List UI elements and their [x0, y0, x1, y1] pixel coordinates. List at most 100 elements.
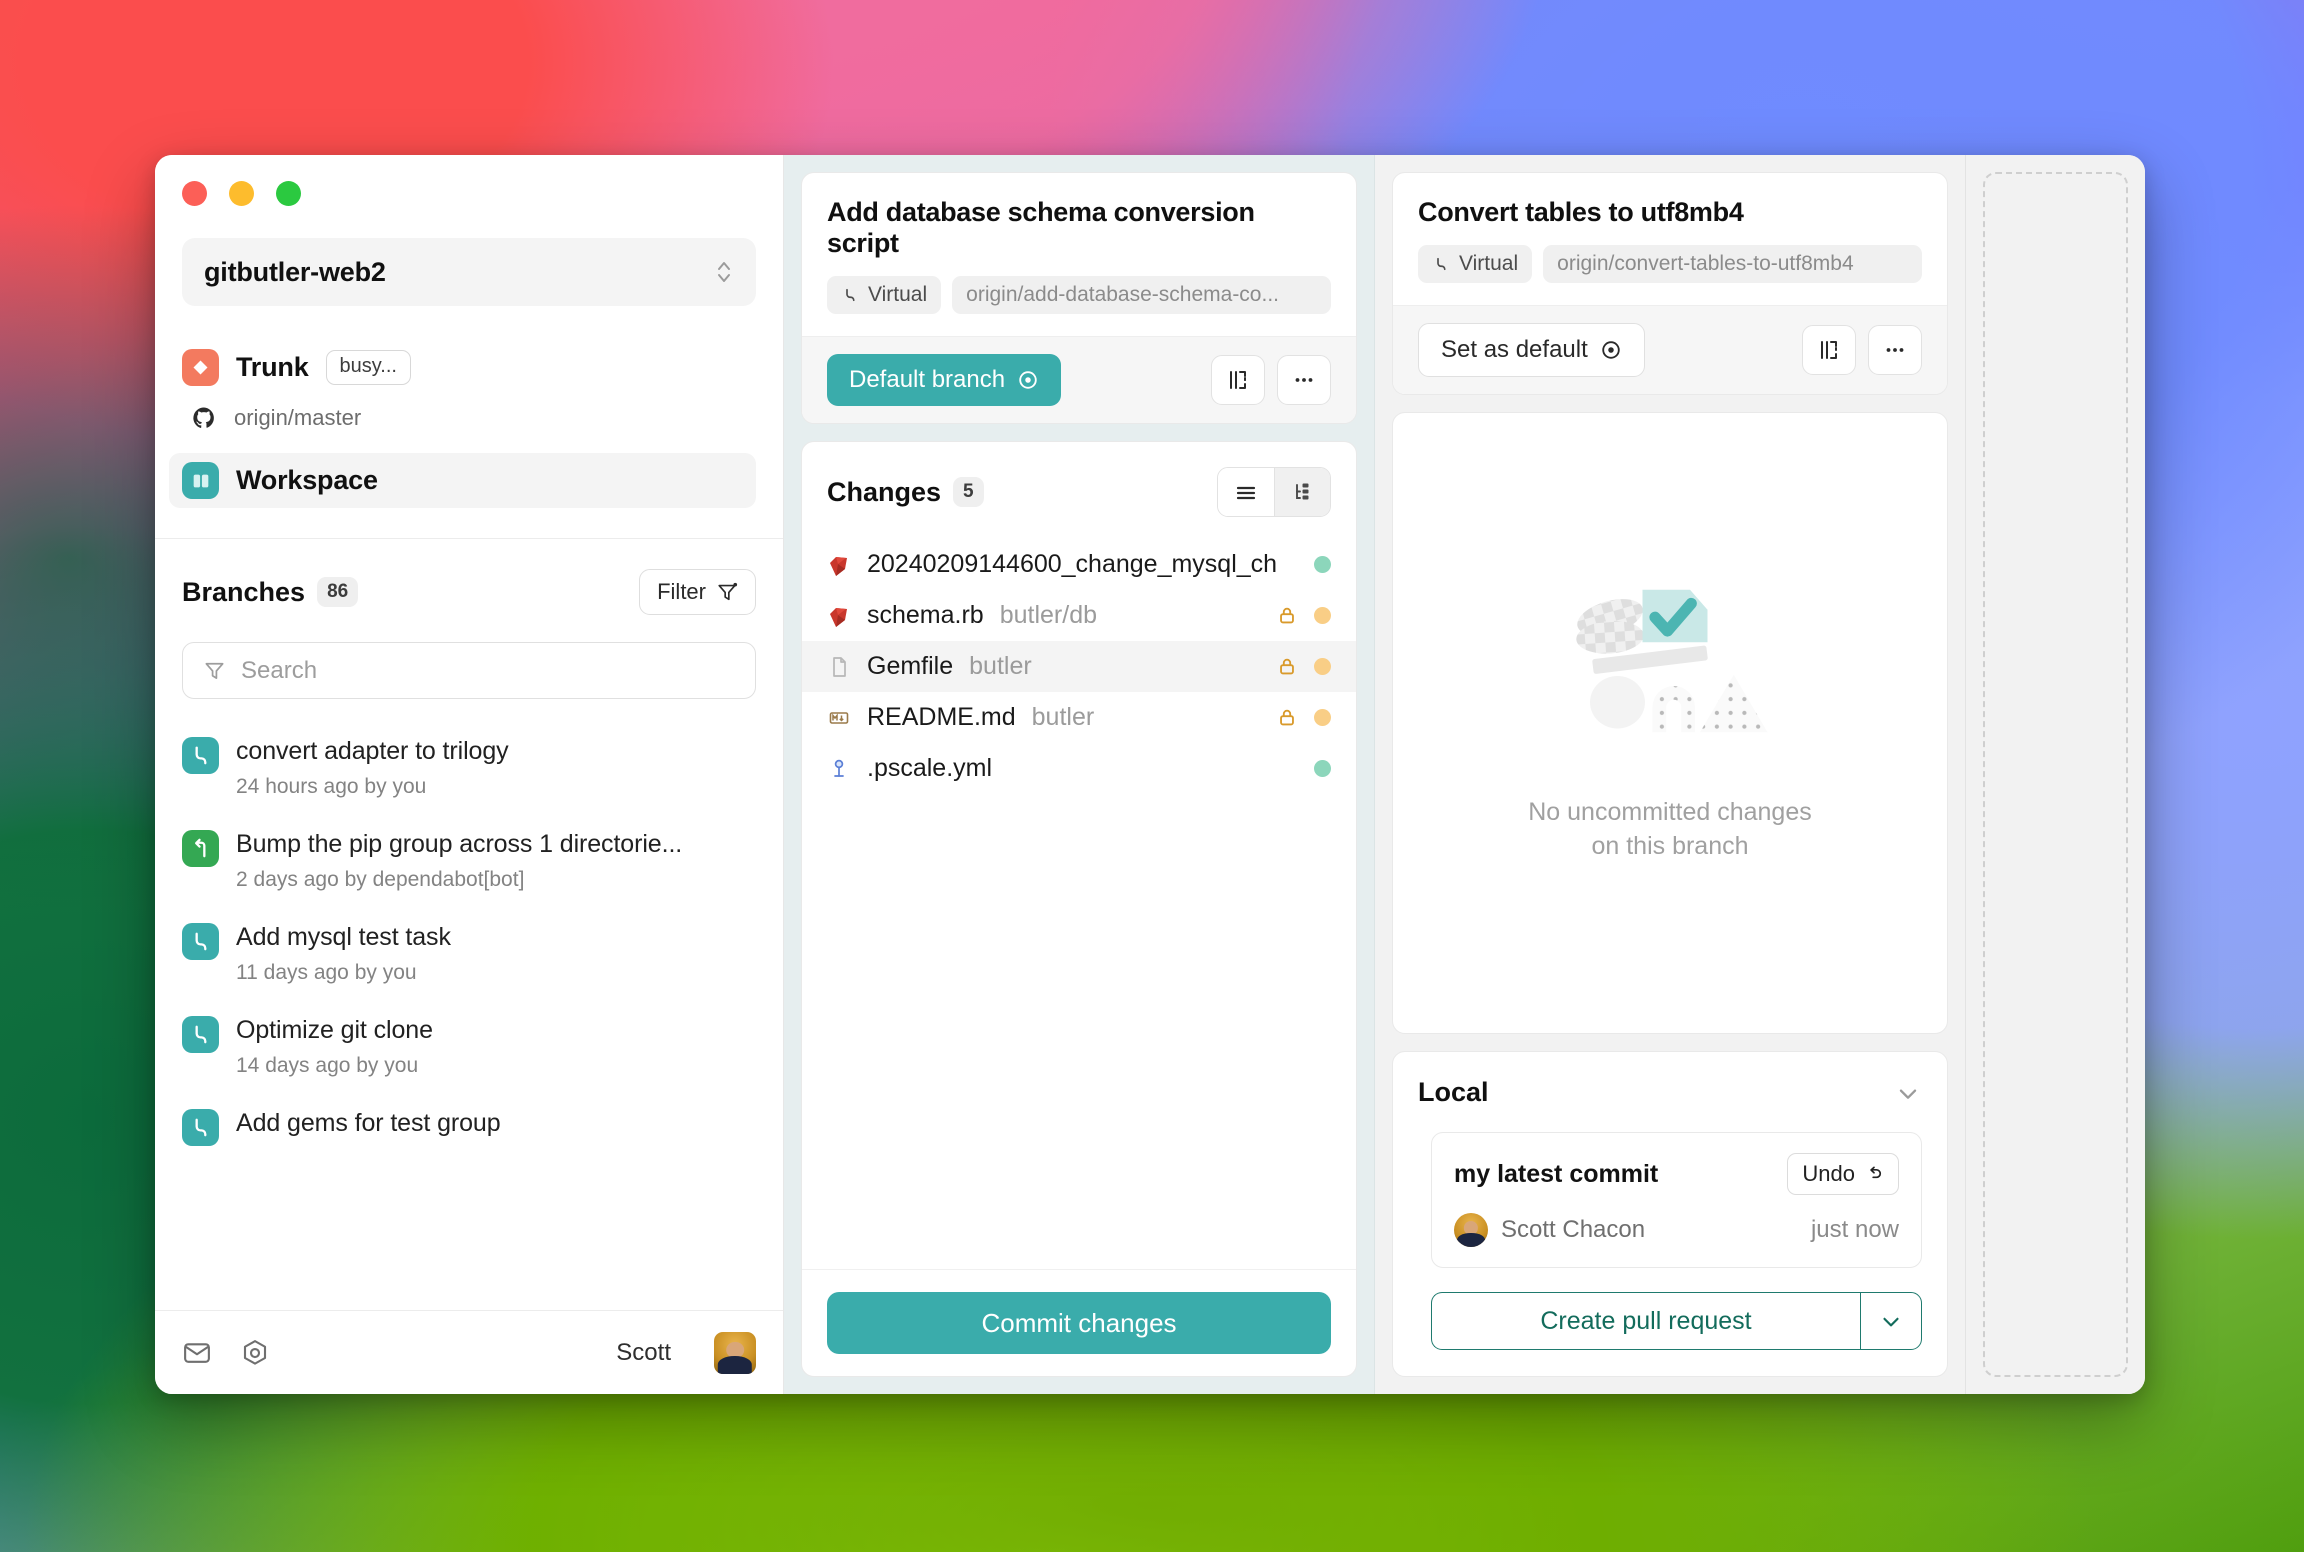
local-title: Local: [1418, 1077, 1489, 1107]
branch-icon: [182, 923, 219, 960]
filter-icon: [716, 581, 738, 603]
zoom-button[interactable]: [276, 181, 301, 206]
branches-title: Branches: [182, 576, 306, 607]
repo-selector[interactable]: gitbutler-web2: [182, 238, 756, 306]
more-horizontal-icon[interactable]: [1277, 355, 1331, 405]
sidebar-footer: Scott: [155, 1310, 783, 1394]
list-item-path: butler/db: [999, 601, 1098, 629]
pull-request-icon: [182, 830, 219, 867]
list-item-name: Bump the pip group across 1 directorie..…: [236, 830, 683, 858]
search-input[interactable]: Search: [182, 642, 756, 699]
lock-icon: [1276, 656, 1298, 678]
local-header[interactable]: Local: [1393, 1052, 1947, 1108]
sidebar-item-workspace-label: Workspace: [236, 465, 378, 495]
create-pull-request-dropdown[interactable]: [1860, 1292, 1922, 1350]
list-item-name: convert adapter to trilogy: [236, 737, 509, 765]
list-item[interactable]: Gemfile butler: [802, 641, 1356, 692]
settings-icon[interactable]: [240, 1338, 270, 1368]
trunk-icon: [182, 349, 219, 386]
list-item-name: Add gems for test group: [236, 1109, 501, 1137]
changes-card: Changes 5 20240209144600_change_mysql_ch…: [801, 441, 1357, 1377]
split-view-icon[interactable]: [1211, 355, 1265, 405]
list-item-meta: 2 days ago by dependabot[bot]: [236, 868, 525, 891]
list-item-name: schema.rb: [867, 601, 984, 629]
status-dot: [1314, 658, 1331, 675]
changes-header: Changes 5: [802, 442, 1356, 533]
undo-button[interactable]: Undo: [1787, 1153, 1899, 1195]
list-view-icon[interactable]: [1218, 468, 1274, 516]
changes-title: Changes: [827, 476, 942, 507]
mail-icon[interactable]: [182, 1338, 212, 1368]
local-card: Local my latest commit Undo Scott Chacon…: [1392, 1051, 1948, 1377]
status-badge: Virtual: [827, 276, 942, 314]
list-item-name: Optimize git clone: [236, 1016, 433, 1044]
view-mode-toggle: [1217, 467, 1331, 517]
chevron-up-down-icon: [714, 257, 734, 287]
set-as-default-button-label: Set as default: [1441, 336, 1588, 363]
list-item[interactable]: Optimize git clone 14 days ago by you: [182, 1000, 756, 1093]
list-item-name: 20240209144600_change_mysql_ch: [867, 550, 1278, 578]
list-item-meta: 11 days ago by you: [236, 961, 417, 984]
branch-header: Add database schema conversion script Vi…: [802, 173, 1356, 336]
list-item-meta: 24 hours ago by you: [236, 775, 427, 798]
status-badge: Virtual: [1418, 245, 1533, 283]
commit-footer: Commit changes: [802, 1269, 1356, 1376]
sidebar-item-workspace[interactable]: Workspace: [169, 453, 756, 508]
lane-convert-tables-to-utf8mb4: Convert tables to utf8mb4 Virtual origin…: [1375, 155, 1966, 1394]
avatar[interactable]: [714, 1331, 756, 1374]
set-as-default-button[interactable]: Set as default: [1418, 323, 1645, 377]
sidebar-item-trunk-label: Trunk: [236, 352, 309, 382]
branch-list[interactable]: convert adapter to trilogy 24 hours ago …: [155, 699, 783, 1310]
list-item[interactable]: Add gems for test group: [182, 1093, 756, 1161]
file-list[interactable]: 20240209144600_change_mysql_ch schema.rb…: [802, 533, 1356, 1269]
branch-header: Convert tables to utf8mb4 Virtual origin…: [1393, 173, 1947, 305]
commit-item[interactable]: my latest commit Undo Scott Chacon just …: [1410, 1123, 1922, 1268]
list-item[interactable]: Bump the pip group across 1 directorie..…: [182, 814, 756, 907]
minimize-button[interactable]: [229, 181, 254, 206]
create-pull-request-button[interactable]: Create pull request: [1431, 1292, 1860, 1350]
empty-state-line2: on this branch: [1591, 832, 1749, 860]
default-branch-button-label: Default branch: [849, 366, 1006, 393]
branch-pills: Virtual origin/convert-tables-to-utf8mb4: [1418, 245, 1922, 283]
lock-icon: [1276, 707, 1298, 729]
list-item[interactable]: schema.rb butler/db: [802, 590, 1356, 641]
more-horizontal-icon[interactable]: [1868, 325, 1922, 375]
branch-actions: Set as default: [1393, 305, 1947, 394]
list-item-path: butler: [1031, 703, 1095, 731]
tree-view-icon[interactable]: [1274, 468, 1330, 516]
status-dot: [1314, 760, 1331, 777]
planetscale-icon: [827, 757, 851, 781]
branch-header-card: Add database schema conversion script Vi…: [801, 172, 1357, 424]
list-item[interactable]: .pscale.yml: [802, 743, 1356, 794]
close-button[interactable]: [182, 181, 207, 206]
list-item[interactable]: Add mysql test task 11 days ago by you: [182, 907, 756, 1000]
status-dot: [1314, 607, 1331, 624]
branch-icon: [841, 286, 859, 304]
nav-block: Trunk busy... origin/master Workspace: [155, 306, 783, 508]
chevron-down-icon[interactable]: [1894, 1079, 1922, 1107]
commit-top-row: my latest commit Undo: [1454, 1153, 1899, 1195]
commit-message: my latest commit: [1454, 1159, 1659, 1188]
undo-icon: [1864, 1164, 1884, 1184]
commit-bottom-row: Scott Chacon just now: [1454, 1213, 1899, 1247]
list-item-meta: 14 days ago by you: [236, 1054, 419, 1077]
target-icon: [1600, 339, 1622, 361]
list-item[interactable]: README.md butler: [802, 692, 1356, 743]
no-changes-illustration: [1545, 582, 1795, 770]
trunk-remote-label: origin/master: [234, 405, 362, 430]
branches-header: Branches 86 Filter: [155, 539, 783, 615]
commit-changes-button[interactable]: Commit changes: [827, 1292, 1331, 1354]
list-item[interactable]: convert adapter to trilogy 24 hours ago …: [182, 721, 756, 814]
dropzone-outline[interactable]: [1983, 172, 2128, 1377]
lane-add-database-schema-conversion-script: Add database schema conversion script Vi…: [784, 155, 1375, 1394]
new-lane-dropzone[interactable]: [1966, 155, 2145, 1394]
split-view-icon[interactable]: [1802, 325, 1856, 375]
trunk-remote: origin/master: [182, 395, 756, 431]
empty-state-card: No uncommitted changes on this branch: [1392, 412, 1948, 1034]
page-title: Add database schema conversion script: [827, 197, 1255, 258]
sidebar-item-trunk[interactable]: Trunk busy...: [169, 340, 756, 395]
list-item[interactable]: 20240209144600_change_mysql_ch: [802, 539, 1356, 590]
default-branch-button[interactable]: Default branch: [827, 354, 1062, 406]
repo-name: gitbutler-web2: [204, 256, 386, 287]
filter-button[interactable]: Filter: [639, 569, 756, 615]
